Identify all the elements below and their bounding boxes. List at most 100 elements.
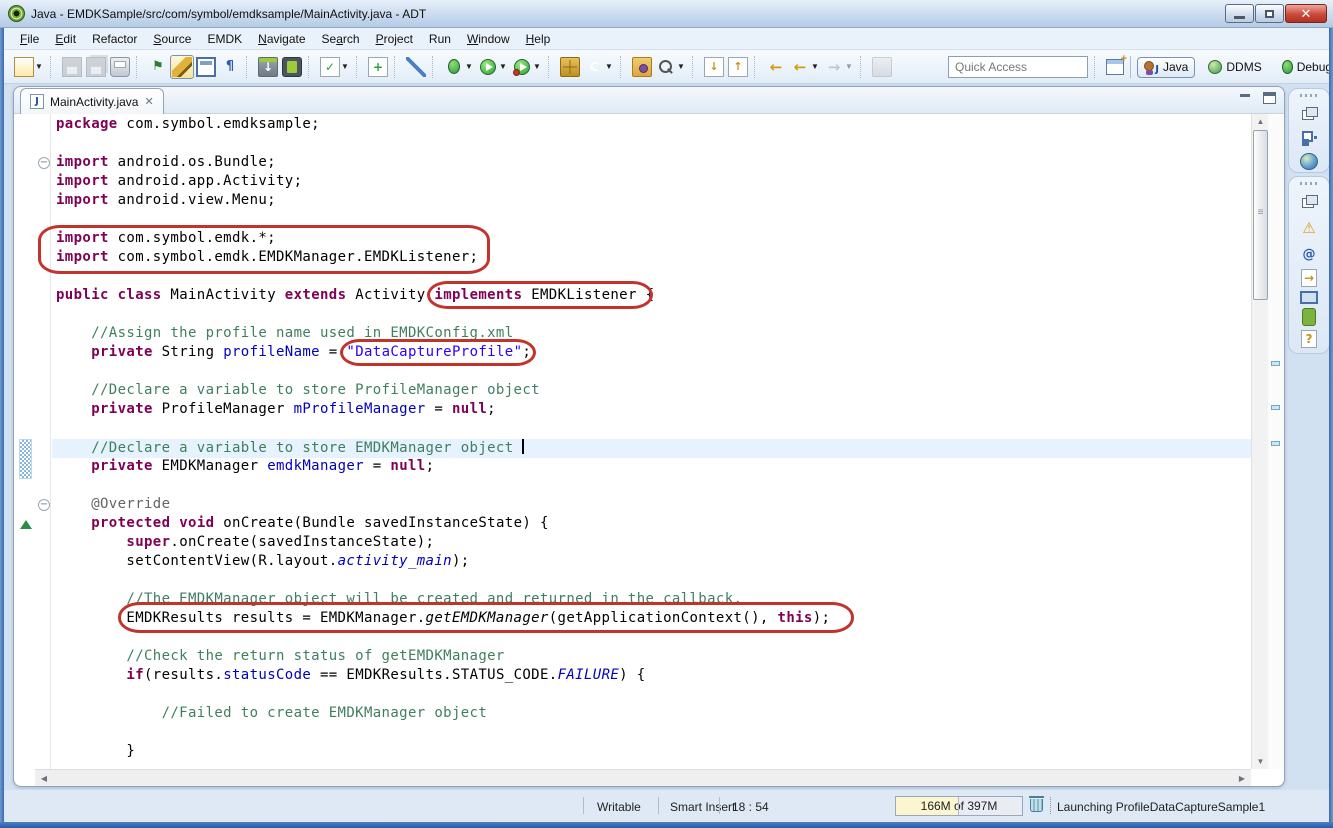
show-view-button[interactable] [194, 55, 218, 79]
overview-marker[interactable] [1271, 361, 1280, 366]
code-line[interactable]: private String profileName = "DataCaptur… [52, 344, 1251, 363]
maximize-button[interactable] [1255, 4, 1284, 23]
restore-view-icon[interactable] [1298, 191, 1320, 213]
open-perspective-icon[interactable] [1106, 59, 1124, 75]
open-type-button[interactable] [630, 55, 654, 79]
menu-edit[interactable]: Edit [47, 30, 84, 48]
code-line[interactable]: //The EMDKManager object will be created… [52, 591, 1251, 610]
new-xml-button[interactable]: + [366, 55, 390, 79]
new-class-dropdown-icon[interactable]: ▼ [604, 62, 614, 71]
quick-access-input[interactable] [948, 56, 1088, 78]
code-line[interactable] [52, 306, 1251, 325]
menu-refactor[interactable]: Refactor [84, 30, 145, 48]
run-last-button[interactable]: ▼ [510, 55, 544, 79]
restore-view-icon[interactable] [1298, 103, 1320, 124]
run-last-dropdown-icon[interactable]: ▼ [532, 62, 542, 71]
minimize-editor-icon[interactable] [1239, 92, 1251, 103]
code-line[interactable]: protected void onCreate(Bundle savedInst… [52, 515, 1251, 534]
current-code-line[interactable]: //Declare a variable to store EMDKManage… [52, 439, 1251, 458]
code-line[interactable] [52, 572, 1251, 591]
menu-file[interactable]: File [12, 30, 47, 48]
lint-check-dropdown-icon[interactable]: ▼ [340, 62, 350, 71]
tasks-view-icon[interactable]: ? [1301, 330, 1317, 348]
horizontal-scrollbar[interactable]: ◀ ▶ [35, 769, 1251, 786]
code-line[interactable]: import android.app.Activity; [52, 173, 1251, 192]
menu-search[interactable]: Search [314, 30, 368, 48]
code-line[interactable]: //Declare a variable to store ProfileMan… [52, 382, 1251, 401]
format-button[interactable]: ¶ [218, 55, 242, 79]
code-line[interactable] [52, 211, 1251, 230]
declaration-view-icon[interactable]: → [1301, 269, 1317, 287]
garbage-collect-icon[interactable] [1030, 799, 1043, 812]
graphical-editor-button[interactable] [170, 55, 194, 79]
logcat-view-icon[interactable] [1302, 308, 1316, 326]
menu-emdk[interactable]: EMDK [199, 30, 250, 48]
lint-check-button[interactable]: ✓▼ [318, 55, 352, 79]
code-line[interactable] [52, 477, 1251, 496]
overview-marker[interactable] [1271, 405, 1280, 410]
code-line[interactable] [52, 363, 1251, 382]
maximize-editor-icon[interactable] [1263, 92, 1276, 104]
code-line[interactable]: import com.symbol.emdk.EMDKManager.EMDKL… [52, 249, 1251, 268]
sdk-manager-button[interactable]: ↓ [256, 55, 280, 79]
back-dropdown-icon[interactable]: ▼ [810, 62, 820, 71]
minimize-button[interactable] [1225, 4, 1254, 23]
code-line[interactable] [52, 629, 1251, 648]
scroll-down-icon[interactable]: ▼ [1252, 754, 1269, 769]
code-line[interactable] [52, 268, 1251, 287]
code-line[interactable]: import android.os.Bundle; [52, 154, 1251, 173]
browser-view-icon[interactable] [1300, 153, 1318, 170]
code-line[interactable] [52, 420, 1251, 439]
drag-handle[interactable] [1300, 182, 1318, 185]
fold-collapse-icon[interactable]: − [38, 157, 50, 169]
mark-occurrences-button[interactable]: ⚑ [146, 55, 170, 79]
menu-run[interactable]: Run [421, 30, 459, 48]
code-area[interactable]: package com.symbol.emdksample; import and… [52, 114, 1251, 769]
code-line[interactable]: } [52, 743, 1251, 762]
menu-source[interactable]: Source [145, 30, 199, 48]
scroll-right-icon[interactable]: ▶ [1235, 770, 1249, 786]
avd-manager-button[interactable] [280, 55, 304, 79]
outline-view-icon[interactable] [1298, 128, 1320, 149]
perspective-ddms-button[interactable]: DDMS [1201, 57, 1268, 77]
code-line[interactable]: //Check the return status of getEMDKMana… [52, 648, 1251, 667]
menu-navigate[interactable]: Navigate [250, 30, 313, 48]
perspective-debug-button[interactable]: Debug [1275, 57, 1333, 77]
code-line[interactable]: //Failed to create EMDKManager object [52, 705, 1251, 724]
search-dropdown-icon[interactable]: ▼ [676, 62, 686, 71]
problems-view-icon[interactable]: ⚠ [1298, 217, 1320, 239]
code-line[interactable]: package com.symbol.emdksample; [52, 116, 1251, 135]
perspective-java-button[interactable]: J Java [1137, 57, 1195, 78]
overview-ruler[interactable] [1268, 114, 1284, 769]
run-button[interactable]: ▼ [476, 55, 510, 79]
code-line[interactable]: private ProfileManager mProfileManager =… [52, 401, 1251, 420]
new-wizard-button[interactable]: ▼ [12, 55, 46, 79]
next-annotation-button[interactable]: ↓ [702, 55, 726, 79]
code-line[interactable]: setContentView(R.layout.activity_main); [52, 553, 1251, 572]
console-view-icon[interactable] [1300, 291, 1318, 304]
toggle-annotations-button[interactable] [404, 55, 428, 79]
vertical-scrollbar-thumb[interactable] [1253, 130, 1268, 300]
debug-button[interactable]: ▼ [442, 55, 476, 79]
vertical-scrollbar[interactable]: ▲ ▼ [1251, 114, 1268, 769]
code-line[interactable]: import android.view.Menu; [52, 192, 1251, 211]
fold-collapse-icon[interactable]: − [38, 499, 50, 511]
javadoc-view-icon[interactable]: @ [1298, 243, 1320, 265]
forward-dropdown-icon[interactable]: ▼ [844, 62, 854, 71]
tab-mainactivity[interactable]: J MainActivity.java ✕ [20, 88, 164, 114]
search-button[interactable]: ▼ [654, 55, 688, 79]
code-line[interactable]: @Override [52, 496, 1251, 515]
editor-content[interactable]: package com.symbol.emdksample; import and… [14, 114, 1284, 769]
menu-project[interactable]: Project [368, 30, 421, 48]
last-edit-location-button[interactable]: ← [764, 55, 788, 79]
debug-dropdown-icon[interactable]: ▼ [464, 62, 474, 71]
print-button[interactable] [108, 55, 132, 79]
prev-annotation-button[interactable]: ↑ [726, 55, 750, 79]
code-line[interactable]: //Assign the profile name used in EMDKCo… [52, 325, 1251, 344]
back-button[interactable]: ←▼ [788, 55, 822, 79]
overview-marker[interactable] [1271, 441, 1280, 446]
code-line[interactable]: private EMDKManager emdkManager = null; [52, 458, 1251, 477]
new-class-button[interactable]: C▼ [582, 55, 616, 79]
new-java-project-button[interactable] [558, 55, 582, 79]
tab-close-icon[interactable]: ✕ [144, 95, 153, 108]
